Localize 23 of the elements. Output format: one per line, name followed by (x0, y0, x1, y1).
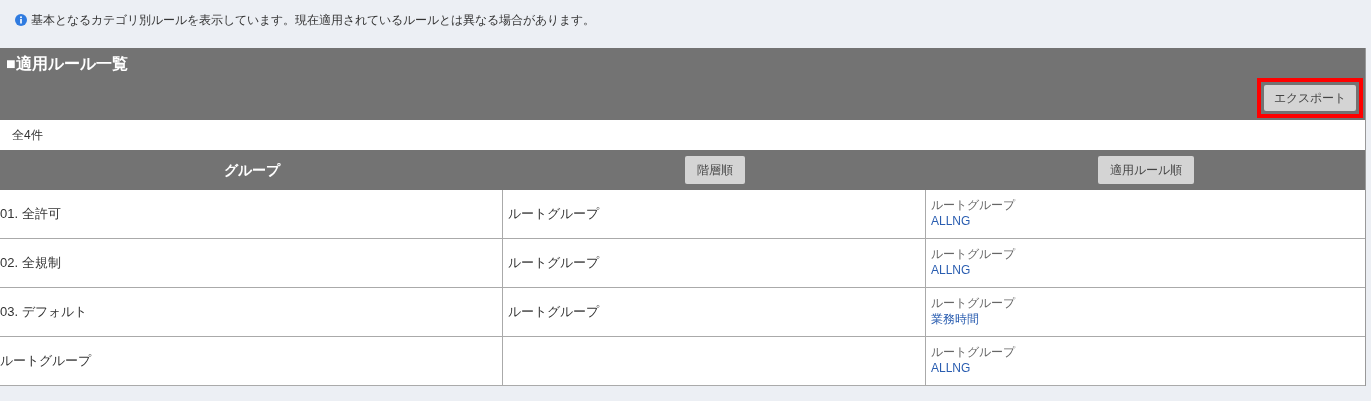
export-button[interactable]: エクスポート (1264, 85, 1356, 111)
rule-link[interactable]: ALLNG (931, 261, 1360, 279)
rule-scope-label: ルートグループ (931, 296, 1017, 310)
panel-title: ■適用ルール一覧 (6, 54, 128, 74)
info-icon (15, 14, 27, 26)
rule-scope-label: ルートグループ (931, 198, 1017, 212)
table-cell-text: 02. 全規制 (0, 254, 61, 273)
rule-scope-label: ルートグループ (931, 345, 1017, 359)
table-cell-text: ルートグループ (508, 303, 599, 322)
table-cell-text: ルートグループ (508, 205, 599, 224)
rule-link[interactable]: ALLNG (931, 359, 1360, 377)
rule-link[interactable]: 業務時間 (931, 310, 1360, 328)
sort-button[interactable]: 適用ルール順 (1097, 156, 1194, 184)
rule-scope-label: ルートグループ (931, 247, 1017, 261)
rule-link[interactable]: ALLNG (931, 212, 1360, 230)
notice-text: 基本となるカテゴリ別ルールを表示しています。現在適用されているルールとは異なる場合があります。 (31, 12, 595, 29)
record-count: 全4件 (12, 127, 43, 144)
table-cell-text: 01. 全許可 (0, 205, 61, 224)
sort-button[interactable]: 階層順 (684, 156, 745, 184)
column-header: グループ (223, 160, 280, 180)
table-cell-text: 03. デフォルト (0, 303, 87, 322)
table-cell-text: ルートグループ (508, 254, 599, 273)
table-cell-text: ルートグループ (0, 352, 91, 371)
